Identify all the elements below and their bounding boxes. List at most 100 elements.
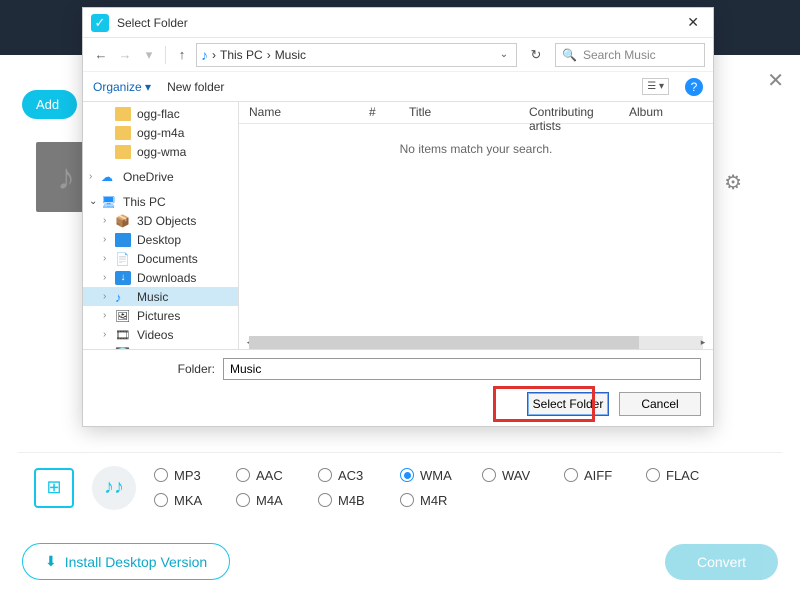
tree-item-documents[interactable]: ›Documents (83, 249, 238, 268)
chevron-icon[interactable]: › (103, 272, 113, 283)
close-icon[interactable]: ✕ (767, 68, 784, 93)
scroll-right-icon[interactable]: ▸ (697, 336, 709, 349)
nav-forward-icon[interactable]: → (115, 45, 135, 65)
tree-item-3d-objects[interactable]: › 3D Objects (83, 211, 238, 230)
scrollbar-thumb[interactable] (249, 336, 639, 349)
format-label: MKA (174, 493, 202, 508)
select-folder-button[interactable]: Select Folder (527, 392, 609, 416)
radio-icon (400, 493, 414, 507)
tree-item-videos[interactable]: › Videos (83, 325, 238, 344)
chevron-icon[interactable]: › (103, 329, 113, 340)
chevron-icon[interactable]: › (103, 234, 113, 245)
format-m4a[interactable]: M4A (236, 493, 318, 508)
format-wma[interactable]: WMA (400, 468, 482, 483)
nav-up-icon[interactable]: ↑ (172, 45, 192, 65)
radio-icon (564, 468, 578, 482)
format-mp3[interactable]: MP3 (154, 468, 236, 483)
convert-button[interactable]: Convert (665, 544, 778, 580)
folder-icon (115, 126, 131, 140)
folder-label: Folder: (95, 362, 215, 376)
vid-icon (115, 328, 131, 342)
format-options: MP3AAC AC3 WMA WAV AIFF FLAC MKA M4A M4B M4R (154, 468, 699, 508)
desk-icon (115, 233, 131, 247)
gear-icon[interactable]: ⚙ (724, 170, 742, 195)
column-artists[interactable]: Contributing artists (519, 102, 619, 123)
tree-item-pictures[interactable]: › Pictures (83, 306, 238, 325)
radio-icon (318, 493, 332, 507)
column-headers[interactable]: Name # Title Contributing artists Album (239, 102, 713, 124)
help-icon[interactable]: ? (685, 78, 703, 96)
format-aiff[interactable]: AIFF (564, 468, 646, 483)
video-icon[interactable]: ⊞ (34, 468, 74, 508)
column-name[interactable]: Name (239, 102, 359, 123)
tree-item-desktop[interactable]: ›Desktop (83, 230, 238, 249)
format-aac[interactable]: AAC (236, 468, 318, 483)
tree-item-ogg-m4a[interactable]: ogg-m4a (83, 123, 238, 142)
tree-item-ogg-flac[interactable]: ogg-flac (83, 104, 238, 123)
format-label: WMA (420, 468, 452, 483)
new-folder-button[interactable]: New folder (167, 80, 224, 94)
tree-item-music[interactable]: ›Music (83, 287, 238, 306)
folder-icon (115, 107, 131, 121)
format-mka[interactable]: MKA (154, 493, 236, 508)
column-number[interactable]: # (359, 102, 399, 123)
horizontal-scrollbar[interactable]: ◂ ▸ (249, 336, 703, 349)
path-dropdown-icon[interactable]: ⌄ (496, 49, 512, 60)
dialog-close-icon[interactable]: ✕ (681, 14, 705, 31)
format-wav[interactable]: WAV (482, 468, 564, 483)
folder-input[interactable] (223, 358, 701, 380)
tree-item-label: Videos (137, 328, 173, 342)
path-segment[interactable]: This PC (220, 48, 263, 62)
column-album[interactable]: Album (619, 102, 713, 123)
tree-item-ogg-wma[interactable]: ogg-wma (83, 142, 238, 161)
format-panel: ⊞ ♪♪ MP3AAC AC3 WMA WAV AIFF FLAC MKA M4A M4B M4R (18, 452, 782, 522)
add-button[interactable]: Add (22, 90, 77, 119)
format-label: M4A (256, 493, 283, 508)
file-list[interactable]: Name # Title Contributing artists Album … (239, 102, 713, 349)
chevron-icon[interactable]: › (103, 215, 113, 226)
format-label: M4R (420, 493, 447, 508)
tree-item-label: ogg-m4a (137, 126, 184, 140)
tree-item-label: 3D Objects (137, 214, 196, 228)
tree-item-onedrive[interactable]: › OneDrive (83, 167, 238, 186)
chevron-icon[interactable]: › (103, 291, 113, 302)
format-label: AIFF (584, 468, 612, 483)
tree-item-label: OneDrive (123, 170, 174, 184)
chevron-down-icon[interactable]: ▾ (139, 45, 159, 65)
address-bar[interactable]: ♪ › This PC › Music ⌄ (196, 43, 517, 67)
dialog-title: Select Folder (117, 16, 681, 30)
format-m4r[interactable]: M4R (400, 493, 482, 508)
tree-item-downloads[interactable]: ›Downloads (83, 268, 238, 287)
dialog-footer: Folder: Select Folder Cancel (83, 349, 713, 426)
chevron-icon[interactable]: › (89, 171, 99, 182)
refresh-icon[interactable]: ↻ (525, 44, 547, 66)
footer-bar: ⬇ Install Desktop Version Convert (22, 543, 778, 580)
down-icon (115, 271, 131, 285)
format-label: AC3 (338, 468, 363, 483)
view-mode-button[interactable]: ☰ ▾ (642, 78, 669, 95)
audio-icon[interactable]: ♪♪ (92, 466, 136, 510)
chevron-icon[interactable]: ⌄ (89, 196, 99, 207)
format-label: WAV (502, 468, 530, 483)
install-desktop-button[interactable]: ⬇ Install Desktop Version (22, 543, 230, 580)
chevron-icon[interactable]: › (103, 253, 113, 264)
tree-item-label: Pictures (137, 309, 180, 323)
tree-item-this-pc[interactable]: ⌄This PC (83, 192, 238, 211)
doc-icon (115, 252, 131, 266)
format-ac3[interactable]: AC3 (318, 468, 400, 483)
column-title[interactable]: Title (399, 102, 519, 123)
search-placeholder: Search Music (583, 48, 656, 62)
radio-icon (154, 468, 168, 482)
cancel-button[interactable]: Cancel (619, 392, 701, 416)
folder-icon (115, 145, 131, 159)
search-icon: 🔍 (562, 48, 577, 62)
toolbar: Organize ▾ New folder ☰ ▾ ? (83, 72, 713, 102)
nav-back-icon[interactable]: ← (91, 45, 111, 65)
format-flac[interactable]: FLAC (646, 468, 699, 483)
chevron-icon[interactable]: › (103, 310, 113, 321)
search-input[interactable]: 🔍 Search Music (555, 43, 705, 67)
folder-tree[interactable]: ogg-flacogg-m4aogg-wma›OneDrive⌄This PC›… (83, 102, 239, 349)
path-segment[interactable]: Music (275, 48, 306, 62)
organize-menu[interactable]: Organize ▾ (93, 80, 151, 94)
format-m4b[interactable]: M4B (318, 493, 400, 508)
